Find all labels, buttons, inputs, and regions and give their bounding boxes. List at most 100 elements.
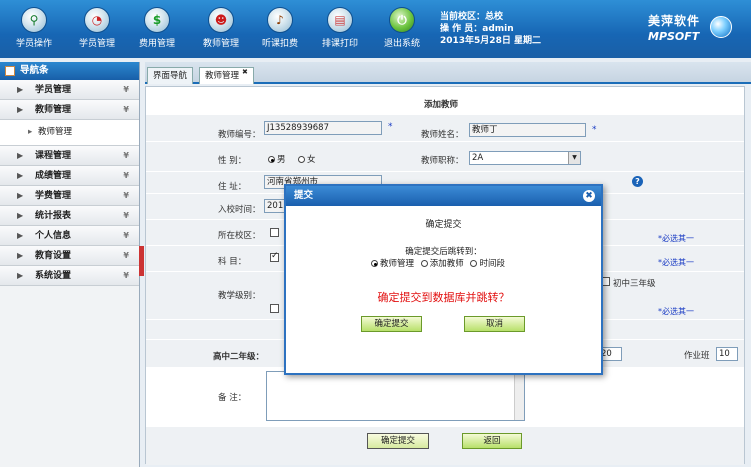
level-checkbox[interactable] (270, 304, 279, 313)
chevron-down-icon: ¥ (123, 85, 129, 94)
title-select[interactable]: 2A ▼ (469, 151, 581, 165)
close-icon[interactable]: ✖ (242, 68, 248, 76)
toolbar-fee-manage-button[interactable]: $ 费用管理 (130, 5, 184, 55)
logo-globe-icon (710, 16, 732, 38)
logo-cn: 美萍软件 (648, 14, 701, 28)
teacher-no-field[interactable]: J13528939687 (264, 121, 382, 135)
campus-checkbox[interactable] (270, 228, 279, 237)
arrow-right-icon: ▶ (17, 105, 24, 114)
required-note: *必选其一 (658, 234, 694, 243)
print-icon: ▤ (327, 7, 353, 33)
form-row: 性 别： 男 女 教师职称： 2A ▼ (146, 141, 744, 171)
operator: 操 作 员：admin (440, 24, 514, 34)
arrow-right-icon: ▶ (17, 231, 24, 240)
system-info: 当前校区：总校 操 作 员：admin 2013年5月28日 星期二 (440, 11, 541, 47)
radio-on-icon (268, 156, 275, 163)
form-title-row: 添加教师 (146, 87, 744, 115)
toolbar-label: 退出系统 (383, 39, 420, 49)
remark-textarea[interactable] (266, 371, 525, 421)
sidebar: 导航条 ▶ 学员管理 ¥ ▶ 教师管理 ¥ ▸ 教师管理 ▶ 课程管理 ¥ ▶ 成绩管理 ¥ ▶ 学… (0, 62, 140, 467)
sidebar-item-tuition[interactable]: ▶ 学费管理 ¥ (0, 186, 139, 206)
chevron-down-icon: ¥ (123, 271, 129, 280)
sidebar-item-education-settings[interactable]: ▶ 教育设置 ¥ (0, 246, 139, 266)
toolbar-lecture-fee-button[interactable]: ♪ 听课扣费 (253, 5, 307, 55)
form-title: 添加教师 (424, 100, 459, 110)
sidebar-item-label: 成绩管理 (35, 171, 72, 181)
teacher-name-field[interactable]: 教师丁 (469, 123, 586, 137)
sidebar-collapse-handle[interactable] (139, 246, 144, 276)
sidebar-item-label: 学费管理 (35, 191, 72, 201)
toolbar-schedule-print-button[interactable]: ▤ 排课打印 (313, 5, 367, 55)
form-row: 备 注： (146, 367, 744, 427)
sidebar-item-reports[interactable]: ▶ 统计报表 ¥ (0, 206, 139, 226)
subject-label: 科 目： (218, 257, 247, 267)
sidebar-item-label: 统计报表 (35, 211, 72, 221)
toolbar-student-ops-button[interactable]: ⚲ 学员操作 (7, 5, 61, 55)
bullet-icon: ▸ (28, 127, 33, 137)
chevron-down-icon: ¥ (123, 171, 129, 180)
jump-option-add-teacher[interactable]: 添加教师 (420, 259, 464, 269)
campus-label: 所在校区： (218, 231, 261, 241)
remark-label: 备 注： (218, 393, 247, 403)
sidebar-item-label: 系统设置 (35, 271, 72, 281)
submit-dialog: 提交 ✖ 确定提交 确定提交后跳转到： 教师管理 添加教师 时间段 确定提交到数… (284, 184, 603, 375)
subject-checkbox[interactable]: ✓ (270, 251, 279, 262)
option-label: 添加教师 (429, 259, 464, 269)
homework-field[interactable]: 10 (716, 347, 738, 361)
gender-female-label: 女 (307, 155, 316, 165)
toolbar-label: 听课扣费 (261, 39, 298, 49)
sidebar-item-label: 个人信息 (35, 231, 72, 241)
jump-option-time-slot[interactable]: 时间段 (470, 259, 505, 269)
dialog-title: 提交 (294, 190, 314, 201)
toolbar-teacher-manage-button[interactable]: ☻ 教师管理 (194, 5, 248, 55)
sidebar-item-system-settings[interactable]: ▶ 系统设置 ¥ (0, 266, 139, 286)
required-star: * (592, 125, 597, 135)
student-icon: ◔ (84, 7, 110, 33)
teacher-name-label: 教师姓名： (421, 130, 464, 140)
tab-teacher-manage[interactable]: 教师管理 ✖ (199, 67, 254, 84)
tab-bar: 界面导航 教师管理 ✖ (145, 62, 751, 84)
teacher-icon: ☻ (208, 7, 234, 33)
jump-option-teacher-manage[interactable]: 教师管理 (371, 259, 414, 269)
sidebar-item-label: 教育设置 (35, 251, 72, 261)
toolbar-exit-button[interactable]: ⏻ 退出系统 (375, 5, 429, 55)
gender-label: 性 别： (218, 156, 247, 166)
gender-male-radio[interactable]: 男 (268, 153, 286, 165)
confirm-submit-button[interactable]: 确定提交 (367, 433, 429, 449)
back-button[interactable]: 返回 (462, 433, 522, 449)
title-label: 教师职称： (421, 156, 464, 166)
current-campus: 当前校区：总校 (440, 12, 504, 22)
sidebar-title: 导航条 (20, 65, 49, 76)
scrollbar[interactable] (514, 372, 524, 420)
sidebar-subitem-teacher-manage[interactable]: ▸ 教师管理 (0, 120, 139, 146)
radio-off-icon (470, 260, 478, 267)
arrow-right-icon: ▶ (17, 211, 24, 220)
sidebar-item-personal[interactable]: ▶ 个人信息 ¥ (0, 226, 139, 246)
dialog-confirm-button[interactable]: 确定提交 (361, 316, 422, 332)
dialog-question: 确定提交到数据库并跳转？ (377, 291, 510, 304)
chevron-down-icon: ¥ (123, 251, 129, 260)
senior2-label: 高中二年级： (213, 352, 265, 362)
sidebar-item-teacher[interactable]: ▶ 教师管理 ¥ (0, 100, 139, 120)
top-toolbar: ⚲ 学员操作 ◔ 学员管理 $ 费用管理 ☻ 教师管理 ♪ 听课扣费 ▤ 排课打… (0, 0, 751, 58)
toolbar-label: 学员操作 (15, 39, 52, 49)
toolbar-student-manage-button[interactable]: ◔ 学员管理 (70, 5, 124, 55)
dialog-cancel-button[interactable]: 取消 (464, 316, 525, 332)
form-row: 教师编号： J13528939687 * 教师姓名： 教师丁 * (146, 115, 744, 141)
gender-female-radio[interactable]: 女 (298, 153, 316, 165)
sidebar-item-grades[interactable]: ▶ 成绩管理 ¥ (0, 166, 139, 186)
arrow-right-icon: ▶ (17, 191, 24, 200)
sidebar-item-student[interactable]: ▶ 学员管理 ¥ (0, 80, 139, 100)
level-label: 教学级别： (218, 291, 261, 301)
tab-interface-nav[interactable]: 界面导航 (147, 67, 194, 84)
search-icon: ⚲ (21, 7, 47, 33)
sidebar-item-course[interactable]: ▶ 课程管理 ¥ (0, 146, 139, 166)
brand-logo: 美萍软件 MPSOFT (648, 12, 700, 43)
dropdown-arrow-icon: ▼ (568, 152, 580, 164)
close-icon[interactable]: ✖ (583, 190, 595, 202)
arrow-right-icon: ▶ (17, 151, 24, 160)
arrow-right-icon: ▶ (17, 271, 24, 280)
required-star: * (388, 122, 393, 132)
junior3-label: 初中三年级 (613, 279, 656, 289)
info-icon[interactable]: ? (632, 176, 643, 187)
